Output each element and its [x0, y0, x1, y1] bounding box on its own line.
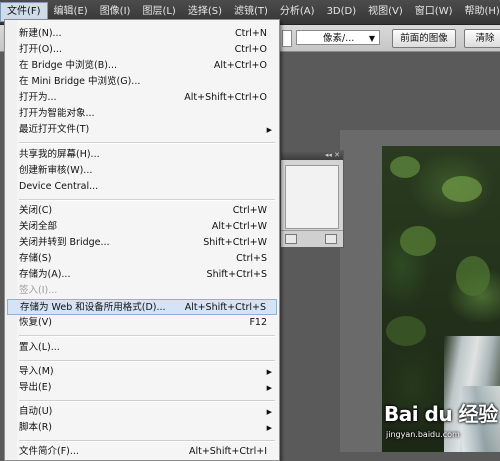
- submenu-arrow-icon: ▶: [267, 404, 272, 420]
- menu-item-save[interactable]: 存储(S) Ctrl+S: [7, 251, 277, 267]
- menu-item-label: 自动(U): [19, 404, 52, 420]
- menu-item-share-screen[interactable]: 共享我的屏幕(H)...: [7, 147, 277, 163]
- menu-item-open[interactable]: 打开(O)... Ctrl+O: [7, 42, 277, 58]
- menu-item-shortcut: Alt+Ctrl+W: [212, 219, 267, 235]
- menu-item-automate[interactable]: 自动(U) ▶: [7, 404, 277, 420]
- panel-button-icon[interactable]: [325, 234, 337, 244]
- menu-item-label: 共享我的屏幕(H)...: [19, 147, 100, 163]
- menu-view[interactable]: 视图(V): [362, 2, 409, 22]
- submenu-arrow-icon: ▶: [267, 122, 272, 138]
- menu-item-shortcut: Shift+Ctrl+W: [203, 235, 267, 251]
- menu-item-label: 最近打开文件(T): [19, 122, 89, 138]
- resolution-field[interactable]: [282, 30, 292, 47]
- menu-item-shortcut: Ctrl+S: [236, 251, 267, 267]
- panel-content: [285, 165, 339, 229]
- baidu-watermark: Bai du 经验 jingyan.baidu.com: [384, 396, 498, 450]
- menu-separator: [19, 440, 275, 442]
- clear-button[interactable]: 清除: [464, 29, 500, 48]
- menu-item-label: 关闭(C): [19, 203, 52, 219]
- menu-item-label: 置入(L)...: [19, 340, 60, 356]
- menu-item-label: 导入(M): [19, 364, 54, 380]
- menu-item-label: 文件简介(F)...: [19, 444, 79, 460]
- menu-item-shortcut: Alt+Shift+Ctrl+I: [189, 444, 267, 460]
- menu-item-browse-bridge[interactable]: 在 Bridge 中浏览(B)... Alt+Ctrl+O: [7, 58, 277, 74]
- menu-separator: [19, 335, 275, 337]
- foliage: [442, 176, 482, 202]
- floating-panel: ◂◂ ✕: [280, 150, 344, 248]
- menu-item-label: 打开为...: [19, 90, 57, 106]
- menu-item-export[interactable]: 导出(E) ▶: [7, 380, 277, 396]
- menu-separator: [19, 199, 275, 201]
- menu-item-shortcut: F12: [249, 315, 267, 331]
- menu-window[interactable]: 窗口(W): [409, 2, 459, 22]
- menu-item-close[interactable]: 关闭(C) Ctrl+W: [7, 203, 277, 219]
- menu-separator: [19, 400, 275, 402]
- menu-3d[interactable]: 3D(D): [321, 2, 363, 22]
- menu-item-new[interactable]: 新建(N)... Ctrl+N: [7, 26, 277, 42]
- menu-item-label: 打开为智能对象...: [19, 106, 95, 122]
- submenu-arrow-icon: ▶: [267, 380, 272, 396]
- file-menu-dropdown: 新建(N)... Ctrl+N 打开(O)... Ctrl+O 在 Bridge…: [4, 19, 280, 461]
- submenu-arrow-icon: ▶: [267, 420, 272, 436]
- menu-item-scripts[interactable]: 脚本(R) ▶: [7, 420, 277, 436]
- menu-item-label: 恢复(V): [19, 315, 52, 331]
- menu-item-shortcut: Ctrl+O: [235, 42, 267, 58]
- foliage: [456, 256, 490, 296]
- menu-item-label: 打开(O)...: [19, 42, 62, 58]
- menu-item-save-for-web[interactable]: 存储为 Web 和设备所用格式(D)... Alt+Shift+Ctrl+S: [7, 299, 277, 315]
- foliage: [390, 156, 420, 178]
- menu-item-label: 脚本(R): [19, 420, 52, 436]
- menu-item-shortcut: Alt+Shift+Ctrl+S: [185, 300, 266, 316]
- menu-item-label: 关闭并转到 Bridge...: [19, 235, 110, 251]
- menu-item-label: 在 Bridge 中浏览(B)...: [19, 58, 117, 74]
- chevron-down-icon: ▼: [369, 31, 375, 46]
- menu-item-check-in: 签入(I)...: [7, 283, 277, 299]
- menu-item-label: 关闭全部: [19, 219, 57, 235]
- menu-item-shortcut: Alt+Ctrl+O: [214, 58, 267, 74]
- menu-item-label: 存储为 Web 和设备所用格式(D)...: [20, 300, 166, 316]
- panel-footer: [281, 230, 343, 247]
- menu-item-label: 新建(N)...: [19, 26, 62, 42]
- menu-item-save-as[interactable]: 存储为(A)... Shift+Ctrl+S: [7, 267, 277, 283]
- menu-item-browse-mini-bridge[interactable]: 在 Mini Bridge 中浏览(G)...: [7, 74, 277, 90]
- menu-item-revert[interactable]: 恢复(V) F12: [7, 315, 277, 331]
- menu-item-recent-files[interactable]: 最近打开文件(T) ▶: [7, 122, 277, 138]
- menu-item-file-info[interactable]: 文件简介(F)... Alt+Shift+Ctrl+I: [7, 444, 277, 460]
- menu-item-shortcut: Ctrl+N: [235, 26, 267, 42]
- unit-select-value: 像素/...: [323, 33, 354, 44]
- menu-item-shortcut: Shift+Ctrl+S: [207, 267, 267, 283]
- watermark-brand: Bai du 经验: [384, 398, 498, 427]
- menu-item-label: 存储为(A)...: [19, 267, 70, 283]
- submenu-arrow-icon: ▶: [267, 364, 272, 380]
- menu-item-shortcut: Ctrl+W: [233, 203, 267, 219]
- menu-item-import[interactable]: 导入(M) ▶: [7, 364, 277, 380]
- unit-select[interactable]: 像素/... ▼: [296, 30, 380, 45]
- menu-item-label: 签入(I)...: [19, 283, 57, 299]
- menu-item-label: 存储(S): [19, 251, 51, 267]
- menu-item-label: 导出(E): [19, 380, 51, 396]
- menu-analysis[interactable]: 分析(A): [274, 2, 321, 22]
- front-image-button[interactable]: 前面的图像: [392, 29, 456, 48]
- menu-item-device-central[interactable]: Device Central...: [7, 179, 277, 195]
- menu-separator: [19, 360, 275, 362]
- menu-item-close-goto-bridge[interactable]: 关闭并转到 Bridge... Shift+Ctrl+W: [7, 235, 277, 251]
- menu-item-place[interactable]: 置入(L)...: [7, 340, 277, 356]
- menu-item-open-smart-object[interactable]: 打开为智能对象...: [7, 106, 277, 122]
- menu-item-label: Device Central...: [19, 179, 98, 195]
- menu-item-shortcut: Alt+Shift+Ctrl+O: [184, 90, 267, 106]
- foliage: [400, 226, 436, 256]
- watermark-url: jingyan.baidu.com: [386, 430, 460, 439]
- menu-item-open-as[interactable]: 打开为... Alt+Shift+Ctrl+O: [7, 90, 277, 106]
- menu-item-label: 在 Mini Bridge 中浏览(G)...: [19, 74, 140, 90]
- panel-collapse-icon[interactable]: ◂◂ ✕: [281, 151, 343, 160]
- menu-item-label: 创建新审核(W)...: [19, 163, 92, 179]
- foliage: [386, 316, 426, 346]
- menu-item-create-review[interactable]: 创建新审核(W)...: [7, 163, 277, 179]
- menu-item-close-all[interactable]: 关闭全部 Alt+Ctrl+W: [7, 219, 277, 235]
- menu-help[interactable]: 帮助(H): [459, 2, 500, 22]
- menu-separator: [19, 142, 275, 144]
- panel-button-icon[interactable]: [285, 234, 297, 244]
